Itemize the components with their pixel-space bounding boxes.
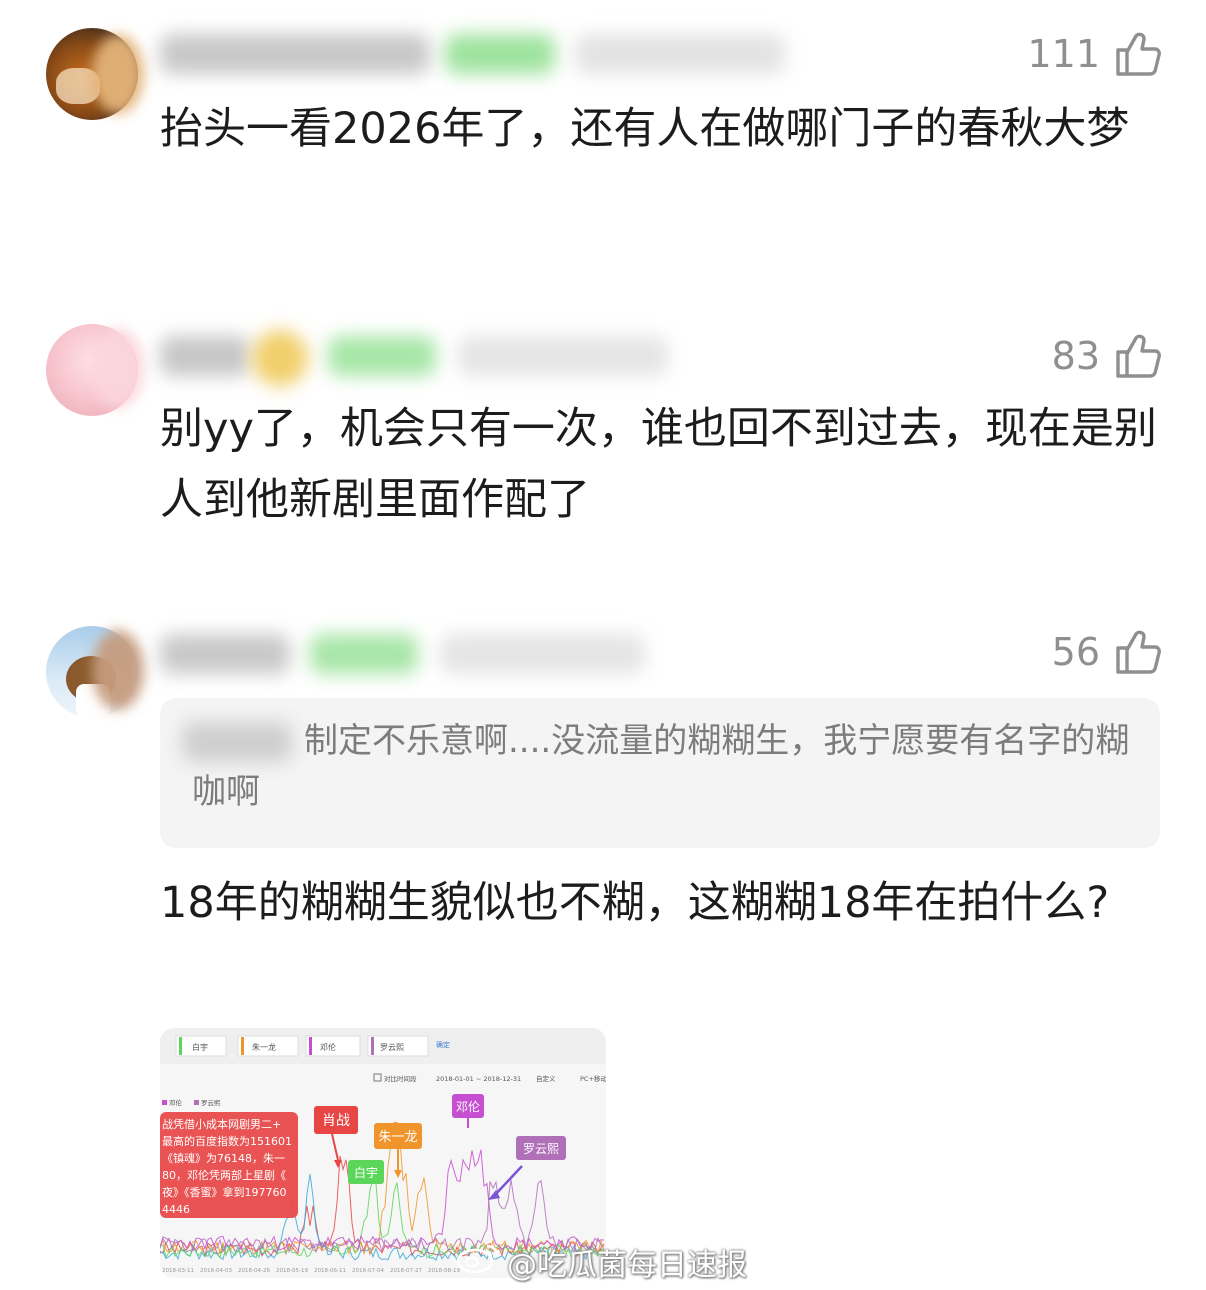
custom-label: 自定义 (536, 1074, 556, 1083)
watermark-text: @吃瓜菌每日速报 (507, 1248, 747, 1283)
date-range: 2018-01-01 ~ 2018-12-31 (436, 1075, 521, 1083)
like-button[interactable]: 111 (1027, 30, 1162, 78)
svg-text:肖战: 肖战 (322, 1113, 350, 1129)
meta-blurred (575, 34, 785, 74)
comment-text: 抬头一看2026年了，还有人在做哪门子的春秋大梦 (160, 104, 1130, 154)
annotation-line: 《镇魂》为76148，朱一 (162, 1151, 285, 1165)
x-tick-label: 2018-06-11 (314, 1268, 346, 1274)
confirm-label: 确定 (436, 1040, 450, 1049)
legend-tab-4: 罗云熙 (367, 1035, 429, 1057)
comment-text: 18年的糊糊生貌似也不糊，这糊糊18年在拍什么? (160, 878, 1110, 928)
x-tick-label: 2018-05-19 (276, 1268, 308, 1274)
svg-text:白宇: 白宇 (192, 1042, 208, 1052)
x-tick-label: 2018-07-04 (352, 1268, 384, 1274)
username-blurred[interactable] (160, 634, 290, 674)
svg-text:朱一龙: 朱一龙 (252, 1042, 276, 1052)
svg-text:朱一龙: 朱一龙 (378, 1130, 417, 1145)
annotation-line: 战凭借小成本网剧男二+ (162, 1117, 281, 1131)
x-tick-label: 2018-03-11 (162, 1268, 194, 1274)
meta-blurred (440, 634, 645, 674)
device-label: PC+移动 (580, 1074, 606, 1083)
x-tick-label: 2018-04-26 (238, 1268, 270, 1274)
thumbs-up-icon (1114, 628, 1162, 676)
weibo-logo-icon (455, 1241, 501, 1283)
svg-text:邓伦: 邓伦 (320, 1042, 336, 1052)
annotation-line: 最高的百度指数为151601 (162, 1134, 292, 1148)
legend-tab-2: 朱一龙 (237, 1035, 299, 1057)
svg-text:罗云熙: 罗云熙 (523, 1142, 559, 1156)
x-tick-label: 2018-04-03 (200, 1268, 232, 1274)
legend-tab-1: 白宇 (175, 1035, 227, 1057)
thumbs-up-icon (1114, 332, 1162, 380)
like-count: 56 (1051, 630, 1100, 674)
like-count: 83 (1051, 334, 1100, 378)
quoted-reply[interactable]: 制定不乐意啊....没流量的糊糊生，我宁愿要有名字的糊咖啊 (160, 698, 1160, 848)
username-blurred[interactable] (160, 336, 250, 376)
quoted-text: 制定不乐意啊....没流量的糊糊生，我宁愿要有名字的糊咖啊 (192, 721, 1130, 812)
compare-label: 对比时间段 (384, 1074, 417, 1083)
annotation-box: 战凭借小成本网剧男二+ 最高的百度指数为151601 《镇魂》为76148，朱一 80… (160, 1112, 298, 1218)
comment-text: 别yy了，机会只有一次，谁也回不到过去，现在是别人到他新剧里面作配了 (160, 404, 1157, 525)
badge-blurred (445, 34, 555, 74)
legend-tab-3: 邓伦 (305, 1035, 361, 1057)
comment-1: 111 抬头一看2026年了，还有人在做哪门子的春秋大梦 (0, 0, 1206, 270)
callout-baiyu: 白宇 (348, 1160, 384, 1184)
meta-blurred (458, 336, 668, 376)
mini-legend-1: 邓伦 (169, 1098, 183, 1107)
thumbs-up-icon (1114, 30, 1162, 78)
x-tick-label: 2018-07-27 (390, 1268, 422, 1274)
svg-text:邓伦: 邓伦 (456, 1099, 480, 1114)
username-blurred[interactable] (160, 34, 430, 74)
annotation-line: 4446 (162, 1203, 190, 1216)
svg-text:罗云熙: 罗云熙 (380, 1043, 404, 1052)
like-count: 111 (1027, 32, 1100, 76)
badge-blurred (310, 634, 418, 674)
badge-icon-blurred (252, 330, 308, 386)
like-button[interactable]: 56 (1052, 628, 1162, 676)
mini-legend-2: 罗云熙 (201, 1099, 221, 1107)
like-button[interactable]: 83 (1052, 332, 1162, 380)
annotation-line: 夜》《香蜜》拿到197760 (162, 1185, 287, 1199)
watermark: @吃瓜菌每日速报 (455, 1240, 747, 1284)
annotation-line: 80，邓伦凭两部上星剧《 (162, 1168, 286, 1182)
svg-text:白宇: 白宇 (354, 1165, 378, 1180)
badge-blurred (328, 336, 436, 376)
comment-2: 83 别yy了，机会只有一次，谁也回不到过去，现在是别人到他新剧里面作配了 (0, 300, 1206, 600)
